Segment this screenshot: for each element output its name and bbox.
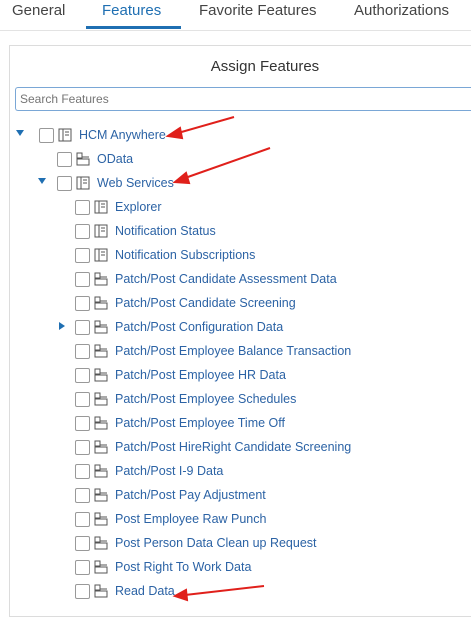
tree-item-checkbox[interactable] xyxy=(75,464,90,479)
group-icon xyxy=(94,416,108,430)
tree-item-checkbox[interactable] xyxy=(75,248,90,263)
tree-item-label[interactable]: Post Person Data Clean up Request xyxy=(115,536,317,550)
tree-item-checkbox[interactable] xyxy=(75,296,90,311)
tree-item-label[interactable]: Patch/Post Configuration Data xyxy=(115,320,283,334)
expand-arrow-icon[interactable] xyxy=(59,322,65,330)
tab-features[interactable]: Features xyxy=(102,2,161,19)
tree-item-label[interactable]: Web Services xyxy=(97,176,174,190)
tree-item-label[interactable]: Patch/Post Candidate Assessment Data xyxy=(115,272,337,286)
tab-authorizations[interactable]: Authorizations xyxy=(354,2,449,19)
group-icon xyxy=(94,512,108,526)
tree-item-checkbox[interactable] xyxy=(75,272,90,287)
tree-item-label[interactable]: Patch/Post Employee HR Data xyxy=(115,368,286,382)
book-icon xyxy=(76,176,90,190)
tree-item-checkbox[interactable] xyxy=(75,224,90,239)
tree-item-label[interactable]: Post Employee Raw Punch xyxy=(115,512,266,526)
book-icon xyxy=(94,224,108,238)
group-icon xyxy=(94,560,108,574)
panel-title: Assign Features xyxy=(210,58,320,75)
tree-item-checkbox[interactable] xyxy=(57,176,72,191)
tab-bar: General Features Favorite Features Autho… xyxy=(0,0,471,31)
tree-item-label[interactable]: Patch/Post I-9 Data xyxy=(115,464,223,478)
group-icon xyxy=(94,584,108,598)
book-icon xyxy=(94,248,108,262)
group-icon xyxy=(94,320,108,334)
group-icon xyxy=(94,368,108,382)
tree-item-checkbox[interactable] xyxy=(75,560,90,575)
group-icon xyxy=(94,296,108,310)
tree-item-checkbox[interactable] xyxy=(75,320,90,335)
tree-item-label[interactable]: Post Right To Work Data xyxy=(115,560,251,574)
tab-favorite-features[interactable]: Favorite Features xyxy=(199,2,317,19)
group-icon xyxy=(76,152,90,166)
group-icon xyxy=(94,392,108,406)
tree-item-label[interactable]: Patch/Post Employee Schedules xyxy=(115,392,296,406)
book-icon xyxy=(58,128,72,142)
tree-item-checkbox[interactable] xyxy=(75,512,90,527)
tree-item-checkbox[interactable] xyxy=(75,440,90,455)
collapse-arrow-icon[interactable] xyxy=(16,130,24,136)
tree-item-checkbox[interactable] xyxy=(75,536,90,551)
group-icon xyxy=(94,488,108,502)
tree-item-checkbox[interactable] xyxy=(75,344,90,359)
tree-item-label[interactable]: Patch/Post Employee Time Off xyxy=(115,416,285,430)
tree-item-checkbox[interactable] xyxy=(57,152,72,167)
tree-item-checkbox[interactable] xyxy=(75,584,90,599)
group-icon xyxy=(94,440,108,454)
tree-item-label[interactable]: Patch/Post Candidate Screening xyxy=(115,296,296,310)
tab-general[interactable]: General xyxy=(12,2,65,19)
tree-item-checkbox[interactable] xyxy=(75,488,90,503)
collapse-arrow-icon[interactable] xyxy=(38,178,46,184)
tree-item-checkbox[interactable] xyxy=(75,416,90,431)
book-icon xyxy=(94,200,108,214)
tree-item-label[interactable]: Patch/Post Pay Adjustment xyxy=(115,488,266,502)
tree-item-label[interactable]: OData xyxy=(97,152,133,166)
tree-item-checkbox[interactable] xyxy=(75,392,90,407)
group-icon xyxy=(94,464,108,478)
group-icon xyxy=(94,344,108,358)
group-icon xyxy=(94,272,108,286)
tree-item-checkbox[interactable] xyxy=(75,368,90,383)
tree-item-label[interactable]: Patch/Post Employee Balance Transaction xyxy=(115,344,351,358)
tree-item-label[interactable]: Notification Subscriptions xyxy=(115,248,255,262)
active-tab-indicator xyxy=(86,26,181,29)
search-features-input[interactable] xyxy=(15,87,471,111)
tree-item-checkbox[interactable] xyxy=(39,128,54,143)
tree-item-label[interactable]: Notification Status xyxy=(115,224,216,238)
tree-item-label[interactable]: Explorer xyxy=(115,200,162,214)
tree-item-checkbox[interactable] xyxy=(75,200,90,215)
tree-item-label[interactable]: Read Data xyxy=(115,584,175,598)
tree-item-label[interactable]: Patch/Post HireRight Candidate Screening xyxy=(115,440,351,454)
group-icon xyxy=(94,536,108,550)
tree-item-label[interactable]: HCM Anywhere xyxy=(79,128,166,142)
